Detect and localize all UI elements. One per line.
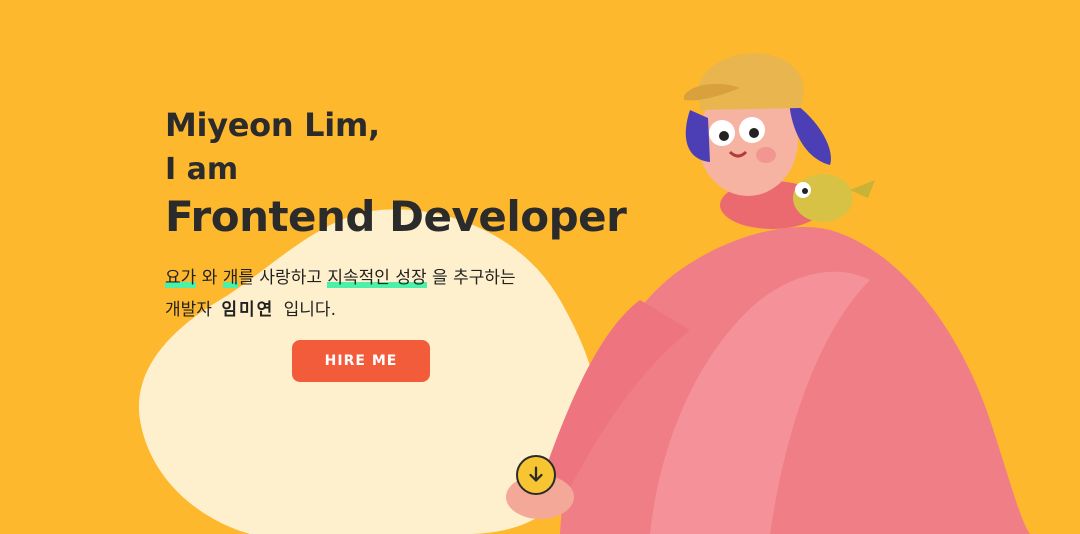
arrow-down-circle-icon — [529, 466, 543, 482]
scroll-down-button[interactable] — [516, 455, 556, 495]
intro-text-part: 를 사랑하고 — [238, 268, 322, 288]
owner-name: 임미연 — [221, 300, 275, 320]
name-line: Miyeon Lim, — [165, 106, 380, 144]
hire-me-button[interactable]: HIRE ME — [292, 340, 430, 382]
character-illustration — [506, 53, 1030, 534]
intro-text-part: 입니다. — [283, 300, 336, 320]
iam-line: I am — [165, 152, 239, 187]
intro-text-part: 개발자 — [165, 300, 212, 320]
intro-text-part: 을 추구하는 — [432, 268, 516, 288]
intro-text: 요가 와 개를 사랑하고 지속적인 성장 을 추구하는 개발자 임미연 입니다. — [165, 262, 516, 326]
hero-heading: Miyeon Lim, I am Frontend Developer — [165, 102, 627, 242]
intro-text-part: 와 — [201, 268, 218, 288]
highlight-yoga: 요가 — [165, 268, 197, 288]
role-line: Frontend Developer — [165, 192, 627, 241]
highlight-growth: 지속적인 성장 — [327, 268, 427, 288]
highlight-dog: 개 — [222, 268, 239, 288]
